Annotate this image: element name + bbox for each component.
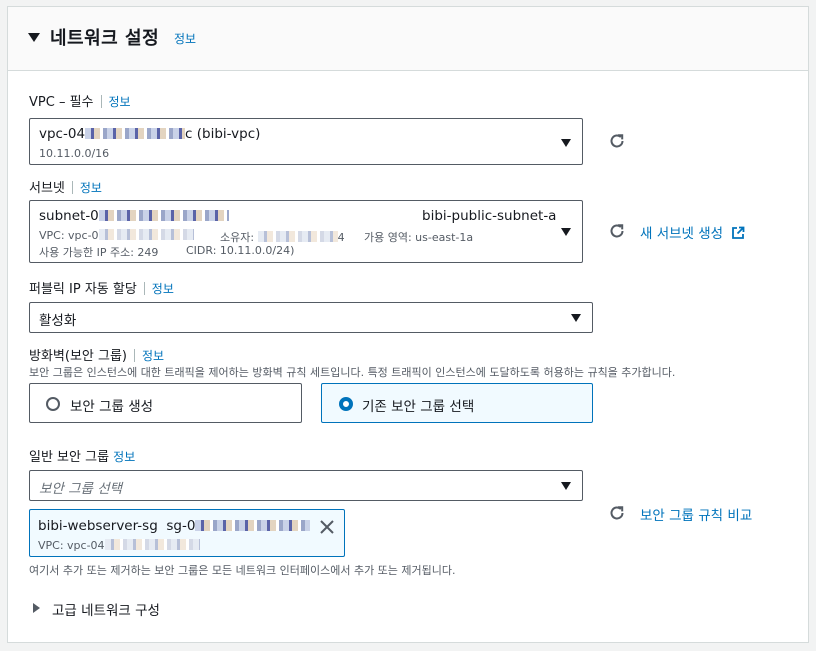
subnet-select[interactable]: subnet-0 bibi-public-subnet-a VPC: vpc-0… xyxy=(29,200,583,263)
security-group-info-link[interactable]: 정보 xyxy=(113,450,135,464)
security-group-help: 여기서 추가 또는 제거하는 보안 그룹은 모든 네트워크 인터페이스에서 추가… xyxy=(29,564,456,577)
subnet-id-prefix: subnet-0 xyxy=(39,208,99,224)
divider xyxy=(134,349,135,362)
divider xyxy=(100,95,102,108)
vpc-cidr: 10.11.0.0/16 xyxy=(39,147,110,160)
compare-security-group-rules-link[interactable]: 보안 그룹 규칙 비교 xyxy=(640,504,752,524)
subnet-available-ip: 사용 가능한 IP 주소: 249 xyxy=(39,246,159,259)
redacted-text xyxy=(98,210,229,221)
create-security-group-label: 보안 그룹 생성 xyxy=(70,399,154,415)
vpc-id-suffix: c (bibi-vpc) xyxy=(185,126,261,142)
create-subnet-label[interactable]: 새 서브넷 생성 xyxy=(640,226,723,242)
redacted-text xyxy=(98,229,194,240)
refresh-icon[interactable] xyxy=(608,504,626,522)
subnet-owner-label: 소유자: xyxy=(220,231,255,244)
select-existing-security-group-label: 기존 보안 그룹 선택 xyxy=(362,399,475,415)
subnet-vpc: VPC: vpc-0 xyxy=(39,229,99,242)
security-group-label-row: 일반 보안 그룹 정보 xyxy=(29,446,135,465)
vpc-select[interactable]: vpc-04 c (bibi-vpc) 10.11.0.0/16 xyxy=(29,118,583,165)
redacted-text xyxy=(195,520,311,531)
dropdown-arrow-icon xyxy=(571,314,581,322)
refresh-icon[interactable] xyxy=(608,222,626,240)
select-existing-security-group-option[interactable]: 기존 보안 그룹 선택 xyxy=(321,383,593,423)
public-ip-select[interactable]: 활성화 xyxy=(29,302,593,333)
create-security-group-option[interactable]: 보안 그룹 생성 xyxy=(29,383,302,423)
redacted-text xyxy=(257,231,338,242)
dropdown-arrow-icon xyxy=(561,228,571,236)
subnet-owner: 소유자: 4 xyxy=(220,229,345,245)
firewall-description: 보안 그룹은 인스턴스에 대한 트래픽을 제어하는 방화벽 규칙 세트입니다. … xyxy=(29,366,676,379)
divider xyxy=(143,282,145,295)
token-id-prefix: sg-0 xyxy=(166,518,196,534)
subnet-detail-row-1: VPC: vpc-0 xyxy=(39,229,194,242)
firewall-info-link[interactable]: 정보 xyxy=(142,349,164,363)
refresh-icon[interactable] xyxy=(608,132,626,150)
dropdown-arrow-icon xyxy=(561,139,571,147)
vpc-label: VPC – 필수 xyxy=(29,95,94,110)
divider xyxy=(71,181,73,194)
subnet-owner-suffix: 4 xyxy=(337,231,345,244)
create-subnet-link[interactable]: 새 서브넷 생성 xyxy=(640,222,745,242)
subnet-az: 가용 영역: us-east-1a xyxy=(364,231,474,244)
subnet-cidr: CIDR: 10.11.0.0/24) xyxy=(186,244,295,257)
public-ip-label-row: 퍼블릭 IP 자동 할당 정보 xyxy=(29,278,174,297)
subnet-value: subnet-0 xyxy=(39,208,229,224)
subnet-label: 서브넷 xyxy=(29,181,65,196)
token-vpc: VPC: vpc-04 xyxy=(38,539,200,552)
public-ip-label: 퍼블릭 IP 자동 할당 xyxy=(29,282,137,297)
dropdown-arrow-icon xyxy=(561,482,571,490)
vpc-label-row: VPC – 필수 정보 xyxy=(29,91,131,110)
public-ip-info-link[interactable]: 정보 xyxy=(152,282,174,296)
external-link-icon[interactable] xyxy=(731,226,745,240)
vpc-id-prefix: vpc-04 xyxy=(39,126,86,142)
firewall-label: 방화벽(보안 그룹) xyxy=(29,349,127,364)
subnet-name: bibi-public-subnet-a xyxy=(422,208,557,224)
vpc-value: vpc-04 c (bibi-vpc) xyxy=(39,126,260,142)
subnet-label-row: 서브넷 정보 xyxy=(29,177,102,196)
redacted-text xyxy=(85,128,186,139)
security-group-placeholder: 보안 그룹 선택 xyxy=(39,481,123,497)
token-name: bibi-webserver-sg xyxy=(38,518,158,534)
public-ip-value: 활성화 xyxy=(39,313,77,329)
close-icon[interactable] xyxy=(319,519,335,535)
security-group-token: bibi-webserver-sg sg-0 VPC: vpc-04 xyxy=(29,509,345,557)
caret-right-icon[interactable] xyxy=(33,603,40,613)
security-group-select[interactable]: 보안 그룹 선택 xyxy=(29,470,583,501)
token-main: bibi-webserver-sg sg-0 xyxy=(38,518,311,534)
subnet-info-link[interactable]: 정보 xyxy=(80,181,102,195)
vpc-info-link[interactable]: 정보 xyxy=(109,95,131,109)
section-info-link[interactable]: 정보 xyxy=(174,30,196,47)
advanced-network-config-label[interactable]: 고급 네트워크 구성 xyxy=(52,599,160,619)
token-vpc-prefix: VPC: vpc-04 xyxy=(38,539,105,552)
radio-button-selected[interactable] xyxy=(339,397,353,411)
caret-down-icon[interactable] xyxy=(28,33,40,42)
firewall-label-row: 방화벽(보안 그룹) 정보 xyxy=(29,345,164,364)
section-title: 네트워크 설정 xyxy=(50,28,160,49)
network-settings-panel: 네트워크 설정 정보 VPC – 필수 정보 vpc-04 c (bibi-vpc)… xyxy=(7,6,809,643)
redacted-text xyxy=(104,539,200,550)
radio-button[interactable] xyxy=(46,397,60,411)
panel-header[interactable]: 네트워크 설정 정보 xyxy=(8,7,808,71)
security-group-label: 일반 보안 그룹 xyxy=(29,450,110,465)
